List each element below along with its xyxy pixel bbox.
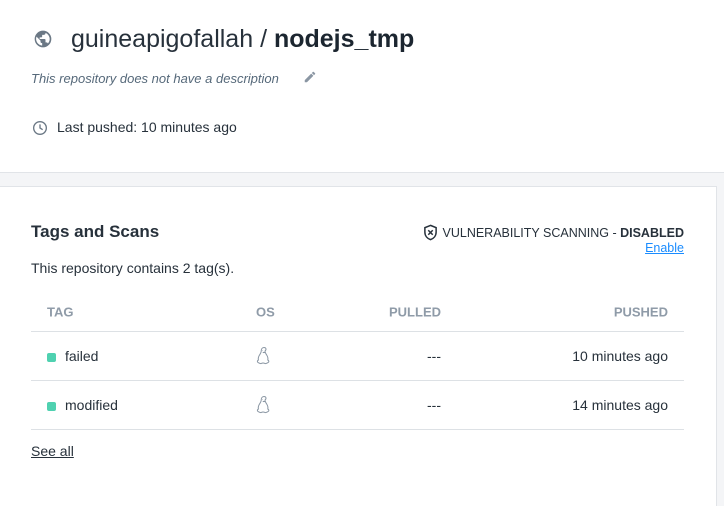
last-pushed: Last pushed: 10 minutes ago	[57, 119, 237, 135]
vuln-label: VULNERABILITY SCANNING -	[442, 225, 621, 240]
pencil-icon[interactable]	[303, 70, 317, 84]
linux-icon	[256, 346, 270, 365]
col-pushed[interactable]: PUSHED	[614, 304, 668, 319]
tags-title: Tags and Scans	[31, 222, 160, 241]
col-pulled[interactable]: PULLED	[389, 304, 441, 319]
pulled: ---	[427, 397, 441, 413]
tag-count: This repository contains 2 tag(s).	[31, 260, 235, 276]
namespace[interactable]: guineapigofallah	[71, 25, 253, 53]
pushed: 10 minutes ago	[572, 348, 668, 364]
separator: /	[260, 25, 268, 53]
table-header: TAG OS PULLED PUSHED	[31, 292, 684, 332]
enable-link[interactable]: Enable	[645, 241, 684, 255]
table-row[interactable]: failed --- 10 minutes ago	[31, 332, 684, 381]
pulled: ---	[427, 348, 441, 364]
globe-icon	[34, 30, 52, 48]
col-os: OS	[256, 304, 275, 319]
repo-header: guineapigofallah / nodejs_tmp This repos…	[0, 0, 724, 173]
vuln-status: DISABLED	[620, 225, 684, 240]
see-all-link[interactable]: See all	[31, 443, 74, 459]
shield-x-icon	[423, 224, 437, 241]
repo-description: This repository does not have a descript…	[31, 71, 279, 86]
tags-table: TAG OS PULLED PUSHED failed --- 10 minut…	[31, 292, 684, 430]
status-dot	[47, 352, 56, 362]
status-dot	[47, 401, 56, 411]
table-row[interactable]: modified --- 14 minutes ago	[31, 381, 684, 430]
tags-card: Tags and Scans VULNERABILITY SCANNING - …	[0, 186, 717, 506]
clock-icon	[33, 121, 47, 135]
linux-icon	[256, 395, 270, 414]
col-tag[interactable]: TAG	[47, 304, 73, 319]
tag-name[interactable]: modified	[65, 397, 118, 413]
pushed: 14 minutes ago	[572, 397, 668, 413]
tag-name[interactable]: failed	[65, 348, 98, 364]
repo-name: nodejs_tmp	[273, 25, 415, 53]
page-title: guineapigofallah / nodejs_tmp	[71, 25, 414, 54]
vulnerability-scanning-status: VULNERABILITY SCANNING - DISABLED	[423, 224, 684, 241]
